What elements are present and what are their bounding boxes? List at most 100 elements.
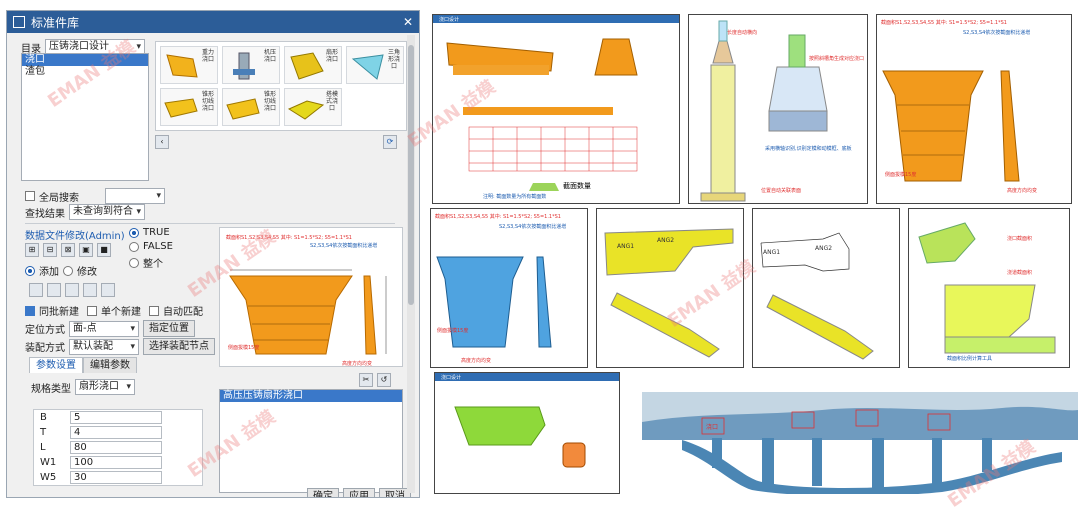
tab-param-settings[interactable]: 参数设置 (29, 357, 83, 373)
ok-button[interactable]: 确定 (307, 488, 339, 497)
modify-radio[interactable] (63, 265, 73, 276)
position-method-value: 面-点 (73, 322, 97, 334)
select-assembly-node-button[interactable]: 选择装配节点 (143, 338, 215, 355)
panel-wireframe-gate: ANG1 ANG2 (752, 208, 900, 368)
section-count-label: 截面数量 (563, 182, 591, 190)
assembly-method-select[interactable]: 默认装配 (69, 338, 139, 355)
panel-label: 高度方向均变 (1007, 188, 1038, 194)
spec-type-select[interactable]: 扇形浇口 (75, 379, 135, 395)
sprue-drawing (700, 20, 828, 202)
search-results-select[interactable]: 未查询到符合 (69, 204, 145, 220)
gate-shape-icon (290, 52, 324, 80)
preview-tool-5-icon[interactable] (101, 283, 115, 297)
same-batch-label: 同批新建 (39, 307, 79, 318)
position-method-label: 定位方式 (25, 325, 65, 336)
param-value-input[interactable]: 30 (70, 471, 162, 484)
add-radio[interactable] (25, 265, 35, 276)
dialog-title: 标准件库 (31, 15, 80, 30)
preview-tool-1-icon[interactable] (29, 283, 43, 297)
panel-fan-gate-orange: 截面积S1,S2,S3,S4,S5 其中: S1=1.5*S2; S5=1.1*… (876, 14, 1072, 204)
fan-gate-drawing (436, 256, 552, 348)
thumbnail-label: 机压浇口 (263, 49, 276, 63)
preview-tool-3-icon[interactable] (65, 283, 79, 297)
result-list[interactable]: 高压压铸扇形浇口 (219, 389, 403, 493)
save-icon[interactable]: ■ (97, 243, 111, 257)
edit-tool-1-icon[interactable]: ⊞ (25, 243, 39, 257)
casting-render (642, 392, 1078, 494)
param-row: T4 (34, 425, 202, 440)
global-search-input[interactable] (105, 188, 165, 204)
modify-label: 修改 (77, 267, 97, 278)
thumbnail-label: 重力浇口 (201, 49, 214, 63)
edit-tool-2-icon[interactable]: ⊟ (43, 243, 57, 257)
dialog-titlebar: 标准件库 ✕ (7, 11, 419, 33)
close-icon[interactable]: ✕ (403, 15, 413, 29)
param-name: L (40, 442, 46, 453)
add-label: 添加 (39, 267, 59, 278)
preview-tool-4-icon[interactable] (83, 283, 97, 297)
tab-edit-params[interactable]: 编辑参数 (83, 357, 137, 373)
gate-shape-icon (166, 54, 198, 78)
thumbnail-label: 锥形切线浇口 (201, 91, 214, 112)
panel-casting-render: 浇口 (642, 382, 1078, 494)
apply-button[interactable]: 应用 (343, 488, 375, 497)
param-value-input[interactable]: 4 (70, 426, 162, 439)
param-row: B5 (34, 410, 202, 425)
auto-match-checkbox[interactable] (149, 305, 159, 316)
thumbnail-overlap-gate[interactable]: 搭模式浇口 (284, 88, 342, 126)
param-grid: B5 T4 L 80 W1 100 W5 30 (33, 409, 203, 486)
param-value-input[interactable]: 100 (70, 456, 162, 469)
param-value-input[interactable]: 5 (70, 411, 162, 424)
param-value-input[interactable]: 80 (70, 441, 162, 454)
search-results-value: 未查询到符合 (73, 206, 133, 217)
result-list-item[interactable]: 高压压铸扇形浇口 (220, 390, 402, 402)
gate-shape-icon (164, 98, 198, 118)
radio-false[interactable] (129, 241, 139, 252)
radio-true[interactable] (129, 227, 139, 238)
preview-tool-b-icon[interactable]: ↺ (377, 373, 391, 387)
panel-label: 浇口截面积 (1007, 236, 1033, 242)
refresh-icon[interactable]: ⟳ (383, 135, 397, 149)
tree-item-slag-pack[interactable]: 渣包 (22, 66, 148, 78)
thumbnail-triangle-gate[interactable]: 三角形浇口 (346, 46, 404, 84)
panel-label: 侧面拔模15度 (885, 172, 917, 178)
tree-item-gate[interactable]: 浇口 (22, 54, 148, 66)
same-batch-checkbox[interactable] (25, 305, 35, 316)
thumbnail-tangent-gate-1[interactable]: 锥形切线浇口 (160, 88, 218, 126)
param-name: B (40, 412, 47, 423)
position-method-select[interactable]: 面-点 (69, 320, 139, 337)
panel-green-runner: 浇口设计 (434, 372, 620, 494)
scrollbar-thumb[interactable] (408, 45, 414, 305)
radio-whole[interactable] (129, 257, 139, 268)
thumbnail-gravity-gate[interactable]: 重力浇口 (160, 46, 218, 84)
angle-label: ANG1 (763, 249, 781, 256)
search-results-label: 查找结果 (25, 208, 65, 220)
panel-yellow-gate-1: ANG1 ANG2 (596, 208, 744, 368)
page-prev-icon[interactable]: ‹ (155, 135, 169, 149)
separator (25, 223, 395, 224)
gate-shape-icon (233, 52, 255, 80)
thumbnail-tangent-gate-2[interactable]: 锥形切线浇口 (222, 88, 280, 126)
preview-tool-2-icon[interactable] (47, 283, 61, 297)
edit-tool-4-icon[interactable]: ▣ (79, 243, 93, 257)
spec-type-value: 扇形浇口 (79, 381, 119, 392)
angle-label: ANG2 (815, 245, 833, 252)
preview-tool-a-icon[interactable]: ✂ (359, 373, 373, 387)
specify-position-button[interactable]: 指定位置 (143, 320, 195, 337)
gate-shape-icon (287, 100, 325, 120)
dialog-scrollbar[interactable] (407, 35, 415, 493)
catalog-select-value: 压铸浇口设计 (49, 41, 109, 52)
single-new-checkbox[interactable] (87, 305, 97, 316)
data-file-edit-label: 数据文件修改(Admin) (25, 231, 125, 242)
gate-preview-image: 截面积S1,S2,S3,S4,S5 其中: S1=1.5*S2; S5=1.1*… (219, 227, 403, 367)
thumbnail-fan-gate[interactable]: 扇形浇口 (284, 46, 342, 84)
catalog-tree[interactable]: 浇口 渣包 (21, 53, 149, 181)
thumbnail-machine-gate[interactable]: 机压浇口 (222, 46, 280, 84)
global-search-checkbox[interactable] (25, 191, 35, 201)
gate-shape-icon (226, 98, 260, 120)
assembly-method-value: 默认装配 (73, 340, 113, 352)
edit-tool-3-icon[interactable]: ⊠ (61, 243, 75, 257)
radio-true-label: TRUE (143, 227, 170, 238)
panel-sprue: 长度自动横向 按照斜槽角生成对应浇口 采用横轴识别,识别定模和动模框、底板 位置… (688, 14, 868, 204)
preview-height-label: 高度方向均变 (342, 361, 373, 367)
